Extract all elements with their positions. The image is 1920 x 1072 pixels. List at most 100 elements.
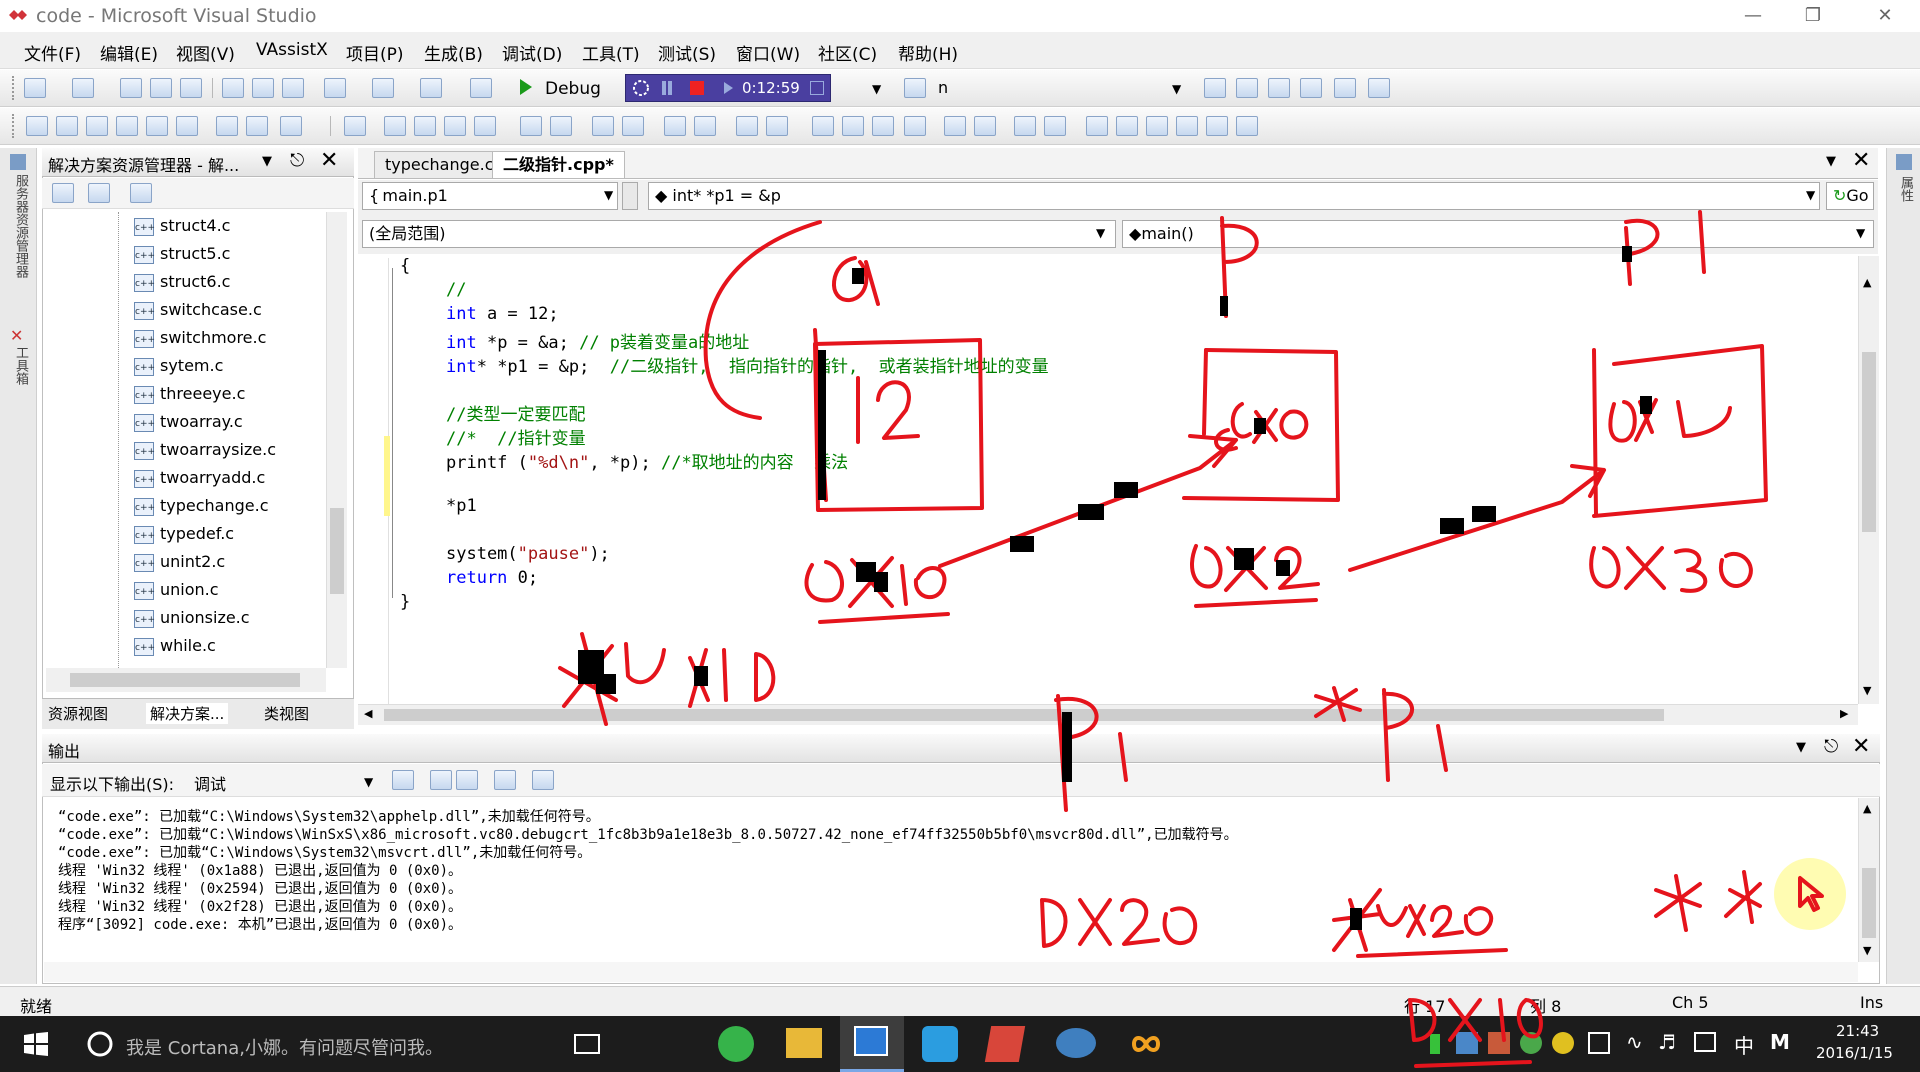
redo-icon[interactable] xyxy=(372,78,394,98)
properties-icon[interactable] xyxy=(1236,78,1258,98)
word-wrap-icon[interactable] xyxy=(532,770,554,790)
find-message-icon[interactable] xyxy=(392,770,414,790)
panel-dropdown-icon[interactable]: ▼ xyxy=(1796,740,1806,755)
spacing-horizontal-icon[interactable] xyxy=(592,116,614,136)
tray-app-3-icon[interactable] xyxy=(1488,1032,1510,1054)
bullet-list-icon[interactable] xyxy=(1014,116,1036,136)
find-in-files-icon[interactable] xyxy=(904,78,926,98)
align-top-icon[interactable] xyxy=(444,116,466,136)
vax-tool-6-icon[interactable] xyxy=(176,116,198,136)
notification-icon[interactable] xyxy=(1694,1032,1716,1052)
toolbox-icon[interactable] xyxy=(1300,78,1322,98)
menu-vassistx[interactable]: VAssistX xyxy=(256,40,328,60)
pause-icon[interactable] xyxy=(662,81,666,95)
tree-file-item[interactable]: c++ typedef.c xyxy=(134,524,234,550)
browser-app-icon[interactable] xyxy=(718,1026,754,1062)
tab-typechange[interactable]: typechange.c xyxy=(374,151,505,178)
scope-combo[interactable]: (全局范围) xyxy=(362,220,1116,248)
paste-icon[interactable] xyxy=(282,78,304,98)
scroll-up-icon[interactable]: ▲ xyxy=(1863,276,1871,289)
copy-icon[interactable] xyxy=(252,78,274,98)
close-tab-icon[interactable]: ✕ xyxy=(1852,148,1870,173)
toolbox-tab[interactable]: 工具箱 xyxy=(8,346,30,385)
menu-project[interactable]: 项目(P) xyxy=(346,40,404,65)
menu-help[interactable]: 帮助(H) xyxy=(898,40,958,65)
start-page-icon[interactable] xyxy=(1334,78,1356,98)
menu-edit[interactable]: 编辑(E) xyxy=(100,40,158,65)
next-message-icon[interactable] xyxy=(456,770,478,790)
clock-time[interactable]: 21:43 xyxy=(1836,1022,1879,1040)
menu-tools[interactable]: 工具(T) xyxy=(582,40,640,65)
vax-tool-8-icon[interactable] xyxy=(280,116,302,136)
refresh-icon[interactable] xyxy=(130,183,152,203)
pin-icon[interactable]: ⎋ xyxy=(290,150,304,171)
prev-bookmark-folder-icon[interactable] xyxy=(1176,116,1198,136)
properties-tab[interactable]: 属性 xyxy=(1893,176,1915,202)
chevron-down-icon[interactable]: ▼ xyxy=(1856,226,1865,240)
outdent-icon[interactable] xyxy=(974,116,996,136)
numbered-list-icon[interactable] xyxy=(1044,116,1066,136)
cut-icon[interactable] xyxy=(222,78,244,98)
visual-studio-taskbar-item[interactable] xyxy=(840,1016,904,1072)
menu-window[interactable]: 窗口(W) xyxy=(736,40,800,65)
tree-file-item[interactable]: c++ twoarryadd.c xyxy=(134,468,265,494)
minimize-button[interactable]: — xyxy=(1730,2,1776,30)
editor-horizontal-scrollbar[interactable]: ◀ ▶ xyxy=(358,704,1858,725)
indent-icon[interactable] xyxy=(944,116,966,136)
menu-file[interactable]: 文件(F) xyxy=(24,40,81,65)
vax-tool-4-icon[interactable] xyxy=(116,116,138,136)
align-bottom-icon[interactable] xyxy=(474,116,496,136)
scroll-left-icon[interactable]: ◀ xyxy=(364,707,372,720)
find-dropdown-icon[interactable]: ▼ xyxy=(1172,82,1181,96)
code-editor[interactable] xyxy=(358,256,1878,720)
pin-icon[interactable]: ⎋ xyxy=(1824,736,1838,757)
tab-solution[interactable]: 解决方案... xyxy=(146,703,229,724)
volume-icon[interactable]: ♬ xyxy=(1658,1030,1676,1054)
tree-file-item[interactable]: c++ union.c xyxy=(134,580,219,606)
tray-app-5-icon[interactable] xyxy=(1552,1032,1574,1054)
open-file-icon[interactable] xyxy=(120,78,142,98)
chevron-down-icon[interactable]: ▼ xyxy=(1096,226,1105,240)
tab-order-icon[interactable] xyxy=(766,116,788,136)
properties-tab-icon[interactable] xyxy=(1896,154,1912,170)
tab-resource-view[interactable]: 资源视图 xyxy=(48,703,108,724)
tree-file-item[interactable]: c++ while.c xyxy=(134,636,216,662)
solution-horizontal-scrollbar[interactable] xyxy=(46,668,326,692)
wifi-icon[interactable]: ∿ xyxy=(1626,1030,1643,1054)
next-bookmark-folder-icon[interactable] xyxy=(1206,116,1228,136)
find-results-icon[interactable] xyxy=(470,78,492,98)
tab-pointer-cpp[interactable]: 二级指针.cpp* xyxy=(492,151,625,178)
panel-dropdown-icon[interactable]: ▼ xyxy=(262,154,272,169)
toolbar-grip[interactable] xyxy=(12,76,18,100)
clock-date[interactable]: 2016/1/15 xyxy=(1816,1044,1893,1062)
show-all-files-icon[interactable] xyxy=(88,183,110,203)
tray-app-4-icon[interactable] xyxy=(1520,1032,1542,1054)
menu-community[interactable]: 社区(C) xyxy=(818,40,877,65)
windows-start-icon[interactable] xyxy=(24,1032,48,1056)
tree-file-item[interactable]: c++ twoarray.c xyxy=(134,412,243,438)
align-right-icon[interactable] xyxy=(414,116,436,136)
scrollbar-thumb[interactable] xyxy=(330,508,344,594)
editor-vertical-scrollbar[interactable]: ▲ ▼ xyxy=(1858,256,1879,704)
server-explorer-icon[interactable] xyxy=(10,154,26,170)
go-button[interactable]: ↻Go xyxy=(1826,182,1874,210)
spell-check-icon[interactable] xyxy=(246,116,268,136)
menu-test[interactable]: 测试(S) xyxy=(658,40,716,65)
tree-file-item[interactable]: c++ threeeye.c xyxy=(134,384,245,410)
recording-bar[interactable]: 0:12:59 xyxy=(625,74,831,102)
clear-bookmarks-icon[interactable] xyxy=(1236,116,1258,136)
window-layout-icon[interactable] xyxy=(1368,78,1390,98)
grid-icon[interactable] xyxy=(736,116,758,136)
align-left-icon[interactable] xyxy=(344,116,366,136)
config-label[interactable]: Debug xyxy=(545,79,601,99)
tree-file-item[interactable]: c++ struct5.c xyxy=(134,244,230,270)
start-debugging-icon[interactable] xyxy=(520,79,532,95)
scrollbar-thumb[interactable] xyxy=(70,673,300,687)
vax-tool-3-icon[interactable] xyxy=(86,116,108,136)
task-view-icon[interactable] xyxy=(574,1034,600,1054)
prev-message-icon[interactable] xyxy=(430,770,452,790)
symbol-combo[interactable]: { main.p1 xyxy=(362,182,618,210)
output-source-select[interactable]: 调试 xyxy=(194,771,226,795)
tree-file-item[interactable]: c++ unint2.c xyxy=(134,552,225,578)
scroll-up-icon[interactable]: ▲ xyxy=(1863,802,1871,815)
